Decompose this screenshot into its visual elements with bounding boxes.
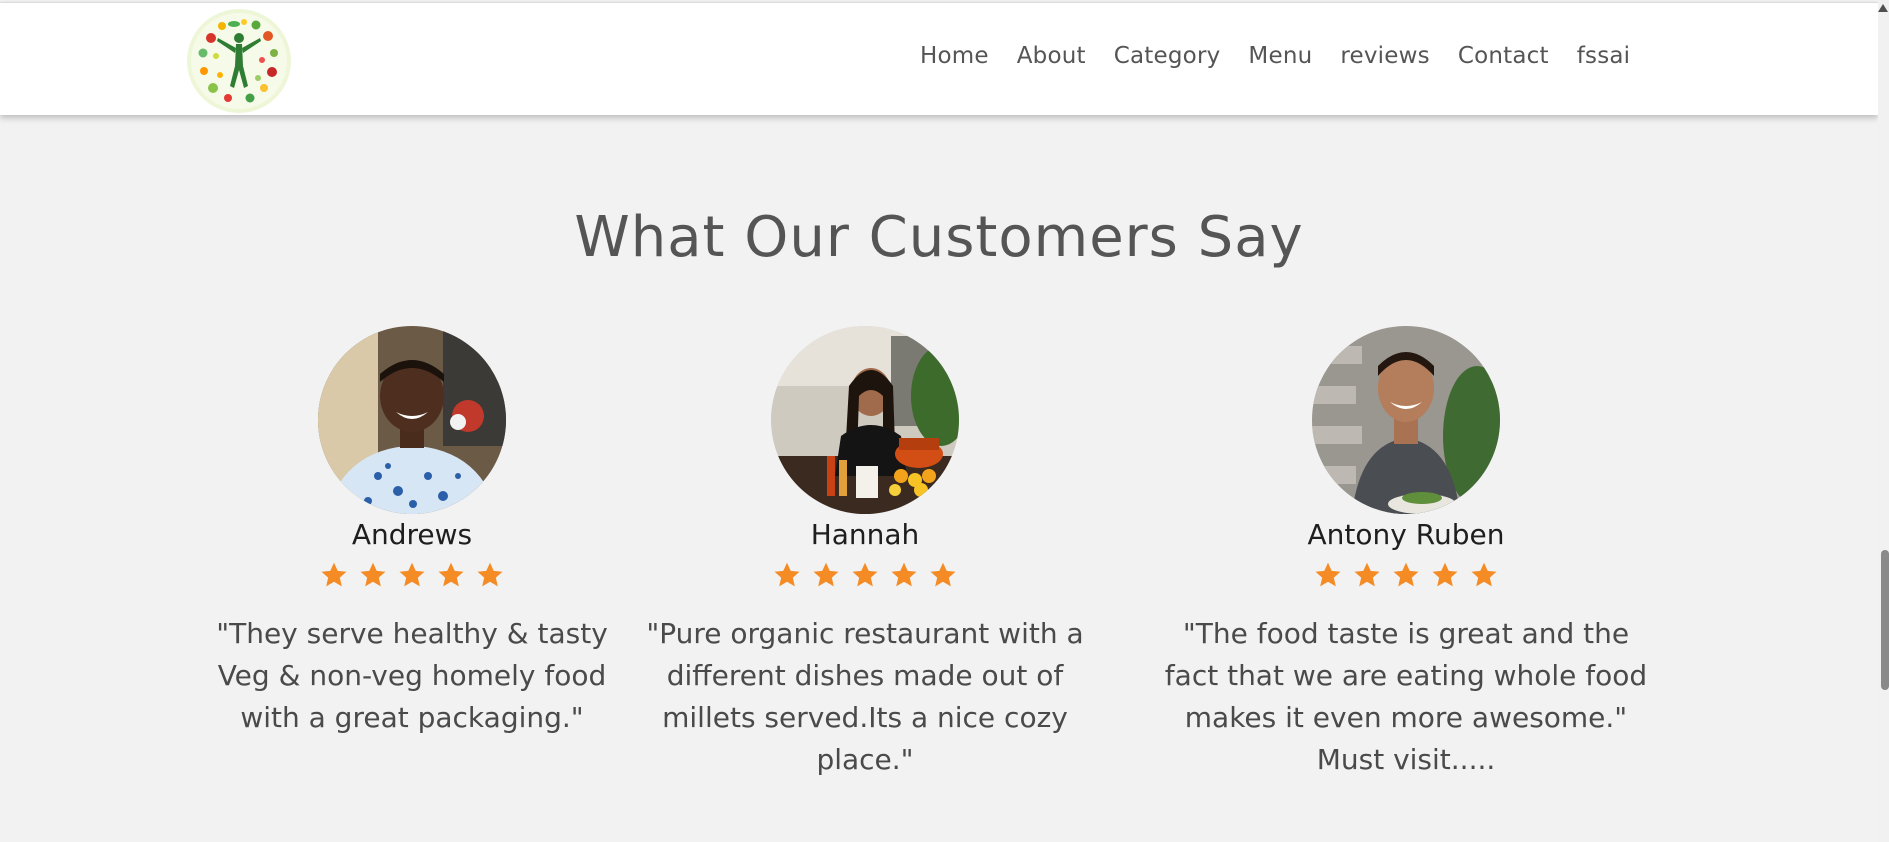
star-rating (1314, 561, 1498, 589)
review-text: "They serve healthy & tasty Veg & non-ve… (216, 617, 608, 734)
star-icon (774, 562, 800, 587)
brand-logo[interactable] (186, 8, 292, 114)
star-icon (399, 562, 425, 587)
star-rating (320, 561, 504, 589)
star-icon (813, 562, 839, 587)
avatar (1312, 326, 1500, 514)
review-card: Hannah "Pure organic restaurant with a d… (635, 326, 1095, 781)
star-rating (773, 561, 957, 589)
nav-link-about[interactable]: About (1017, 43, 1086, 69)
review-card: Andrews "They serve healthy & tasty Veg … (182, 326, 642, 739)
star-icon (1432, 562, 1458, 587)
scrollbar-thumb[interactable] (1881, 550, 1889, 690)
star-icon (321, 562, 347, 587)
star-icon (477, 562, 503, 587)
top-navbar: Home About Category Menu reviews Contact… (0, 2, 1878, 115)
review-text: "The food taste is great and the fact th… (1164, 617, 1648, 776)
nav-links: Home About Category Menu reviews Contact… (920, 3, 1630, 109)
nav-link-contact[interactable]: Contact (1458, 43, 1549, 69)
star-icon (438, 562, 464, 587)
page-scrollbar[interactable] (1878, 0, 1889, 842)
reviewer-name: Antony Ruben (1307, 518, 1505, 551)
reviewer-name: Andrews (351, 518, 473, 551)
star-icon (891, 562, 917, 587)
section-title: What Our Customers Say (574, 205, 1304, 270)
review-card: Antony Ruben "The food taste is great an… (1156, 326, 1656, 781)
nav-link-menu[interactable]: Menu (1248, 43, 1312, 69)
review-text: "Pure organic restaurant with a differen… (646, 617, 1084, 776)
star-icon (1354, 562, 1380, 587)
nav-link-category[interactable]: Category (1114, 43, 1221, 69)
star-icon (852, 562, 878, 587)
scroll-up-arrow-icon[interactable] (1878, 4, 1888, 12)
star-icon (360, 562, 386, 587)
star-icon (1471, 562, 1497, 587)
star-icon (930, 562, 956, 587)
nav-link-fssai[interactable]: fssai (1577, 43, 1631, 69)
star-icon (1315, 562, 1341, 587)
nav-link-reviews[interactable]: reviews (1340, 43, 1429, 69)
avatar (318, 326, 506, 514)
avatar (771, 326, 959, 514)
nav-link-home[interactable]: Home (920, 43, 989, 69)
star-icon (1393, 562, 1419, 587)
reviewer-name: Hannah (810, 518, 920, 551)
